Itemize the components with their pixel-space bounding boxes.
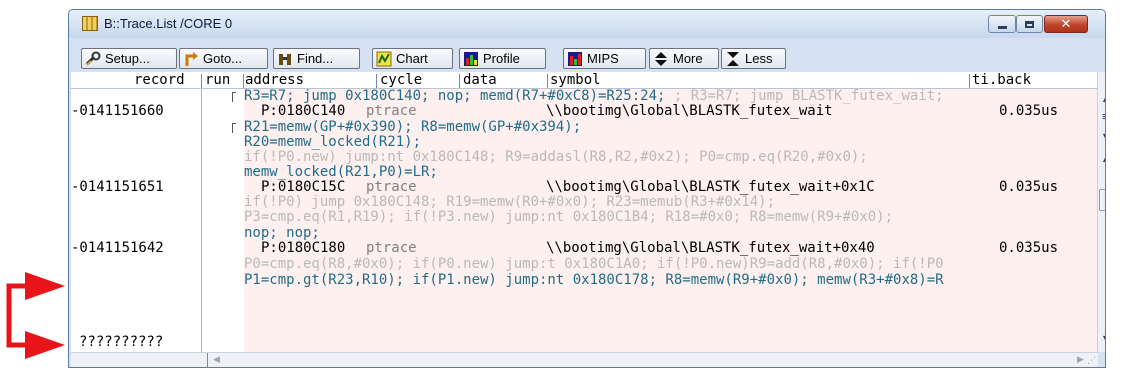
line-bracket [232,92,236,102]
less-icon [725,51,741,67]
scroll-thumb[interactable] [1099,189,1105,211]
scroll-down-icon[interactable]: ▼ [1098,334,1105,343]
record-column [71,89,199,352]
annotation-arrows [0,0,70,376]
col-divider[interactable] [547,74,548,88]
address-value: P:0180C140 [261,103,346,119]
col-record[interactable]: record [134,72,185,89]
horizontal-scrollbar[interactable]: ◀ ▶ ⋰ [71,352,1098,367]
record-number[interactable]: ?????????? [79,335,163,350]
title-bar[interactable]: B::Trace.List /CORE 0 ✕ [69,10,1105,38]
wrench-icon [85,51,101,67]
binoculars-icon [277,51,293,67]
chart-button[interactable]: Chart [372,48,453,69]
scroll-down-icon[interactable]: ▼ [1098,132,1105,141]
symbol-value: \\bootimg\Global\BLASTK_futex_wait+0x1C [546,179,875,195]
setup-label: Setup... [105,51,150,66]
mips-icon [567,51,583,67]
chart-label: Chart [396,51,428,66]
tiback-value: 0.035us [999,103,1059,119]
goto-label: Goto... [203,51,243,66]
profile-button[interactable]: Profile [459,48,546,69]
more-icon [653,51,669,67]
window-title: B::Trace.List /CORE 0 [104,16,233,31]
less-label: Less [745,51,773,66]
trace-line: if(!P0) jump 0x180C148; R19=memw(R0+#0x0… [244,194,776,210]
trace-list[interactable]: R3=R7; jump 0x180C140; nop; memd(R7+#0xC… [71,89,1102,352]
scroll-divider [207,353,208,367]
vertical-scrollbar[interactable]: ▲ ≡ ▼ ▲ ▼ [1097,72,1105,352]
trace-line: P1=cmp.gt(R23,R10); if(P1.new) jump:nt 0… [244,272,944,288]
trace-line: P0=cmp.eq(R8,#0x0); if(P0.new) jump:t 0x… [244,256,944,272]
run-column [201,89,244,352]
tiback-value: 0.035us [999,179,1059,195]
close-icon: ✕ [1060,16,1072,32]
trace-line: R3=R7; jump 0x180C140; nop; memd(R7+#0xC… [244,89,944,104]
minimize-icon [997,25,1007,29]
tiback-value: 0.035us [999,240,1059,256]
line-bracket [232,123,236,133]
setup-button[interactable]: Setup... [81,48,177,69]
trace-line: nop; nop; [244,225,320,241]
col-symbol[interactable]: symbol [550,72,601,89]
mips-label: MIPS [587,51,619,66]
scroll-up-icon[interactable]: ▲ [1098,154,1105,163]
profile-label: Profile [483,51,520,66]
scroll-right-icon[interactable]: ▶ [1077,355,1084,365]
more-button[interactable]: More [649,48,719,69]
scroll-up-icon[interactable]: ▲ [1098,94,1105,103]
trace-line: memw_locked(R21,P0)=LR; [244,164,438,180]
maximize-icon [1025,20,1034,28]
app-icon [82,16,98,31]
col-tiback[interactable]: ti.back [972,72,1031,89]
col-divider[interactable] [376,74,377,88]
trace-line: if(!P0.new) jump:nt 0x180C148; R9=addasl… [244,149,868,165]
symbol-value: \\bootimg\Global\BLASTK_futex_wait [546,103,833,119]
col-divider[interactable] [201,74,202,88]
trace-line: R21=memw(GP+#0x390); R8=memw(GP+#0x394); [244,119,582,135]
mips-button[interactable]: MIPS [563,48,646,69]
col-divider[interactable] [459,74,460,88]
address-value: P:0180C15C [261,179,346,195]
toolbar: Setup... Goto... Find... Chart Profile M… [69,38,1105,73]
find-label: Find... [297,51,334,66]
col-divider[interactable] [243,74,244,88]
col-address[interactable]: address [245,72,304,89]
record-number[interactable]: -0141151642 [71,241,164,256]
scroll-menu-icon[interactable]: ≡ [1098,110,1105,123]
trace-line: P3=cmp.eq(R1,R19); if(!P3.new) jump:nt 0… [244,209,894,225]
chart-icon [376,51,392,67]
close-button[interactable]: ✕ [1044,15,1088,33]
trace-line: R20=memw_locked(R21); [244,134,422,150]
col-data[interactable]: data [463,72,497,89]
more-label: More [673,51,703,66]
record-number[interactable]: -0141151660 [71,104,164,119]
less-button[interactable]: Less [721,48,786,69]
find-button[interactable]: Find... [273,48,360,69]
minimize-button[interactable] [988,15,1016,33]
record-number[interactable]: -0141151651 [71,180,164,195]
address-value: P:0180C180 [261,240,346,256]
goto-button[interactable]: Goto... [179,48,268,69]
col-divider[interactable] [969,74,970,88]
profile-icon [463,51,479,67]
scroll-left-icon[interactable]: ◀ [213,355,220,365]
cycle-value: ptrace [366,240,417,256]
goto-arrow-icon [183,51,199,67]
symbol-value: \\bootimg\Global\BLASTK_futex_wait+0x40 [546,240,875,256]
col-run[interactable]: run [205,72,230,89]
cycle-value: ptrace [366,179,417,195]
cycle-value: ptrace [366,103,417,119]
col-cycle[interactable]: cycle [380,72,422,89]
column-header: record run address cycle data symbol ti.… [71,72,1101,89]
trace-list-window: B::Trace.List /CORE 0 ✕ Setup... Goto...… [68,9,1106,368]
maximize-button[interactable] [1016,15,1043,33]
resize-grip-icon[interactable]: ⋰ [1087,356,1096,366]
